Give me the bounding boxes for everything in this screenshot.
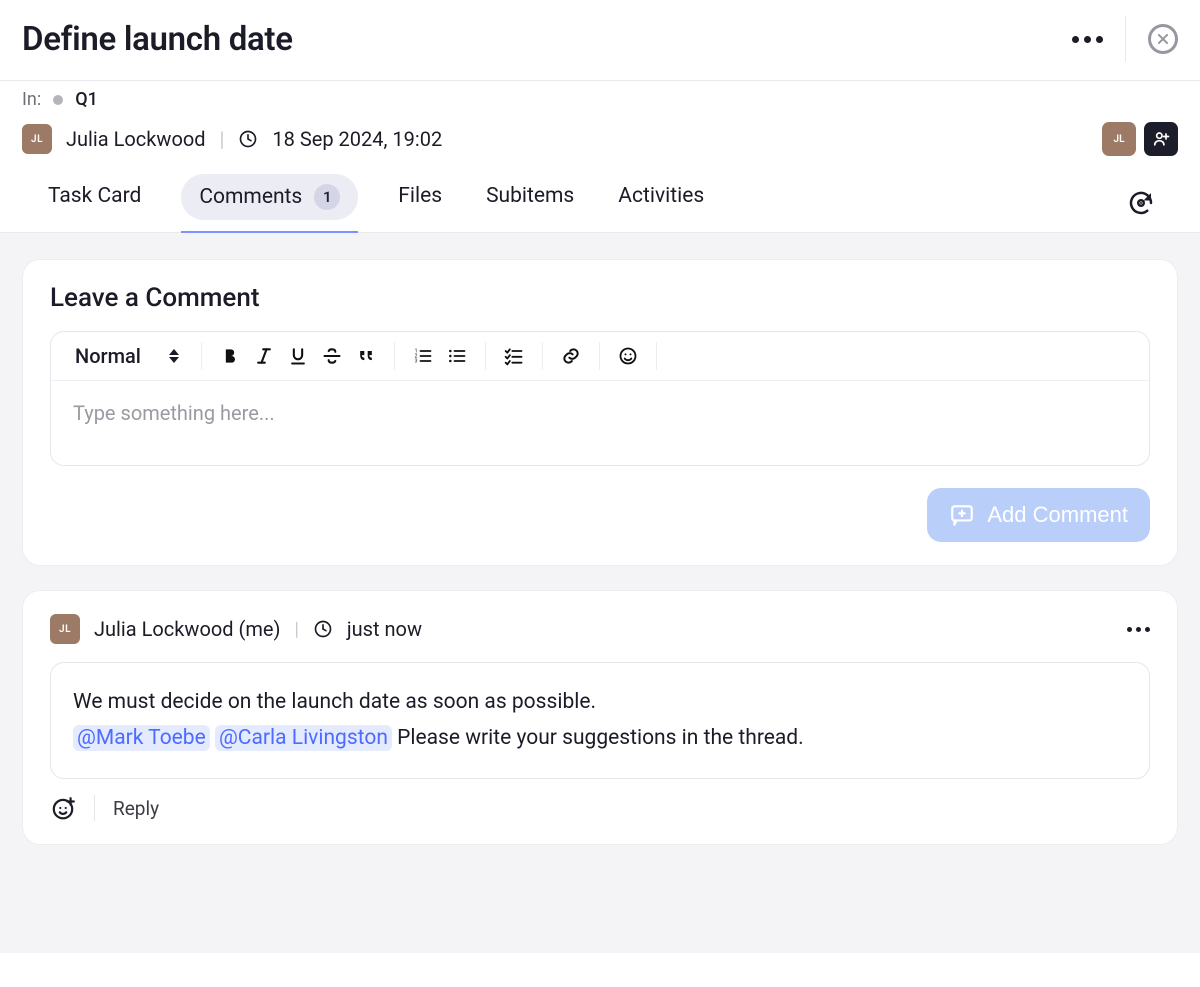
- more-options-button[interactable]: [1072, 36, 1103, 43]
- close-icon: [1148, 24, 1178, 54]
- italic-icon: [254, 346, 274, 366]
- board-name[interactable]: Q1: [75, 89, 98, 110]
- comment-header: JL Julia Lockwood (me) | just now: [50, 614, 1150, 644]
- emoji-button[interactable]: [618, 346, 638, 366]
- underline-button[interactable]: [288, 346, 308, 366]
- mention-user-1[interactable]: @Mark Toebe: [73, 725, 210, 751]
- meta-block: In: Q1 JL Julia Lockwood | 18 Sep 2024, …: [0, 81, 1200, 233]
- format-select-label: Normal: [75, 344, 141, 368]
- link-icon: [561, 346, 581, 366]
- select-arrows-icon: [169, 349, 179, 363]
- comment-line-1: We must decide on the launch date as soo…: [73, 685, 1127, 721]
- tab-files[interactable]: Files: [394, 174, 446, 232]
- quote-button[interactable]: [356, 346, 376, 366]
- checklist-icon: [504, 346, 524, 366]
- assignee-avatar[interactable]: JL: [1102, 122, 1136, 156]
- ordered-list-button[interactable]: 123: [413, 346, 433, 366]
- comments-count-badge: 1: [314, 184, 340, 210]
- emoji-icon: [618, 346, 638, 366]
- divider: [1125, 16, 1126, 62]
- strikethrough-button[interactable]: [322, 346, 342, 366]
- toolbar-separator: [656, 342, 657, 370]
- bullet-list-button[interactable]: [447, 346, 467, 366]
- composer-actions: Add Comment: [50, 488, 1150, 542]
- underline-icon: [288, 346, 308, 366]
- mention-user-2[interactable]: @Carla Livingston: [215, 725, 392, 751]
- tabs: Task Card Comments 1 Files Subitems Acti…: [44, 174, 708, 232]
- in-label: In:: [22, 89, 41, 110]
- comment-line-2-rest: Please write your suggestions in the thr…: [397, 726, 804, 750]
- divider: |: [220, 127, 225, 151]
- author-row: JL Julia Lockwood | 18 Sep 2024, 19:02 J…: [22, 122, 1178, 156]
- comment-author-info: JL Julia Lockwood (me) | just now: [50, 614, 422, 644]
- quote-icon: [356, 346, 376, 366]
- comment-author-name: Julia Lockwood (me): [94, 617, 280, 641]
- author-name: Julia Lockwood: [66, 127, 206, 151]
- comment-line-2: @Mark Toebe @Carla Livingston Please wri…: [73, 721, 1127, 757]
- divider: |: [294, 619, 298, 640]
- tab-subitems[interactable]: Subitems: [482, 174, 578, 232]
- comment-more-button[interactable]: [1127, 627, 1150, 632]
- sync-button[interactable]: [1126, 188, 1156, 218]
- page-title: Define launch date: [22, 20, 293, 59]
- bold-icon: [220, 346, 240, 366]
- title-bar: Define launch date: [0, 0, 1200, 81]
- ordered-list-icon: 123: [413, 346, 433, 366]
- composer-heading: Leave a Comment: [50, 283, 1150, 313]
- tab-activities[interactable]: Activities: [614, 174, 708, 232]
- bullet-list-icon: [447, 346, 467, 366]
- add-comment-label: Add Comment: [987, 502, 1128, 528]
- comment-item: JL Julia Lockwood (me) | just now We mus…: [22, 590, 1178, 845]
- tab-comments[interactable]: Comments 1: [181, 174, 358, 220]
- format-select[interactable]: Normal: [75, 344, 183, 368]
- sync-icon: [1126, 188, 1156, 218]
- add-comment-icon: [949, 502, 975, 528]
- link-button[interactable]: [561, 346, 581, 366]
- comment-author-avatar[interactable]: JL: [50, 614, 80, 644]
- comment-input[interactable]: Type something here...: [51, 381, 1149, 465]
- comment-actions: Reply: [50, 795, 1150, 821]
- tabs-row: Task Card Comments 1 Files Subitems Acti…: [22, 156, 1178, 232]
- author-info: JL Julia Lockwood | 18 Sep 2024, 19:02: [22, 124, 442, 154]
- reply-button[interactable]: Reply: [113, 797, 159, 820]
- created-timestamp: 18 Sep 2024, 19:02: [272, 127, 442, 151]
- more-icon: [1127, 627, 1150, 632]
- board-breadcrumb: In: Q1: [22, 89, 1178, 110]
- add-comment-button[interactable]: Add Comment: [927, 488, 1150, 542]
- tabs-wrap: Task Card Comments 1 Files Subitems Acti…: [22, 156, 1178, 232]
- checklist-button[interactable]: [504, 346, 524, 366]
- divider: [94, 795, 95, 821]
- editor-toolbar: Normal 123: [51, 332, 1149, 381]
- title-actions: [1072, 16, 1178, 62]
- add-reaction-button[interactable]: [50, 795, 76, 821]
- status-dot-icon: [53, 95, 63, 105]
- italic-button[interactable]: [254, 346, 274, 366]
- bold-button[interactable]: [220, 346, 240, 366]
- author-avatar[interactable]: JL: [22, 124, 52, 154]
- strikethrough-icon: [322, 346, 342, 366]
- editor-box: Normal 123: [50, 331, 1150, 466]
- assignees: JL: [1102, 122, 1178, 156]
- body-area: Leave a Comment Normal: [0, 233, 1200, 953]
- tab-comments-label: Comments: [199, 185, 302, 209]
- more-icon: [1072, 36, 1103, 43]
- close-button[interactable]: [1148, 24, 1178, 54]
- clock-icon: [238, 129, 258, 149]
- tab-task-card[interactable]: Task Card: [44, 174, 145, 232]
- clock-icon: [313, 619, 333, 639]
- add-assignee-button[interactable]: [1144, 122, 1178, 156]
- comment-body: We must decide on the launch date as soo…: [50, 662, 1150, 779]
- comment-timestamp: just now: [347, 617, 422, 641]
- svg-text:3: 3: [415, 359, 418, 365]
- add-person-icon: [1151, 129, 1171, 149]
- comment-composer: Leave a Comment Normal: [22, 259, 1178, 566]
